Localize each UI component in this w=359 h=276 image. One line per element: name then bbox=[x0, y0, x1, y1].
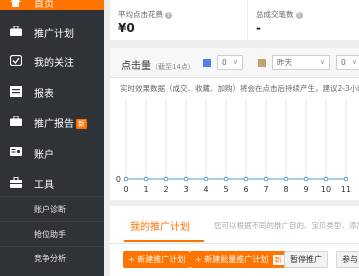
x-tick-label: 3 bbox=[183, 185, 188, 194]
active-tab-indicator bbox=[124, 240, 204, 242]
metric-note: （截至14点） bbox=[151, 63, 195, 71]
y-tick-label: 0 bbox=[116, 175, 121, 184]
divider bbox=[0, 221, 104, 222]
data-point bbox=[283, 176, 289, 182]
avg-cost-value: ¥0 bbox=[118, 21, 135, 35]
chevron-down-icon: ∨ bbox=[232, 58, 238, 66]
sidebar: 首页 推广计划 我的关注 报表 推广报告新 账户 工具 账户诊断 抢位助手 竞争… bbox=[0, 0, 104, 276]
data-point bbox=[223, 176, 229, 182]
briefcase-icon bbox=[10, 115, 22, 127]
sidebar-item-label: 首页 bbox=[34, 0, 54, 10]
batch-new-plan-button[interactable]: + 新建批量推广计划 新 bbox=[190, 251, 289, 268]
data-point bbox=[303, 176, 309, 182]
toolbox-icon bbox=[10, 176, 22, 188]
data-point bbox=[323, 176, 329, 182]
avg-cost-card: 平均点击花费? ¥0 bbox=[110, 0, 247, 40]
sidebar-item-report[interactable]: 报表 bbox=[0, 82, 104, 100]
tab-my-plans[interactable]: 我的推广计划 bbox=[130, 218, 190, 233]
sidebar-item-label: 推广计划 bbox=[34, 29, 74, 40]
data-point bbox=[163, 176, 169, 182]
x-tick-label: 5 bbox=[223, 185, 228, 194]
x-tick-label: 8 bbox=[283, 185, 288, 194]
data-point bbox=[263, 176, 269, 182]
chevron-down-icon: ∨ bbox=[351, 58, 357, 66]
sidebar-item-label: 报表 bbox=[34, 89, 54, 100]
new-badge: 新 bbox=[76, 119, 87, 129]
report-icon bbox=[10, 85, 22, 97]
sidebar-item-label: 工具 bbox=[34, 180, 54, 191]
briefcase-icon bbox=[10, 25, 22, 37]
new-badge: 新 bbox=[272, 254, 284, 265]
join-button[interactable]: 参与 bbox=[336, 251, 359, 268]
x-tick-label: 1 bbox=[143, 185, 148, 194]
compare-color-swatch bbox=[258, 59, 266, 67]
total-deals-label: 总成交笔数 bbox=[256, 10, 294, 19]
sidebar-item-label: 推广报告 bbox=[34, 119, 74, 130]
x-tick-label: 6 bbox=[243, 185, 248, 194]
data-point bbox=[203, 176, 209, 182]
data-point bbox=[183, 176, 189, 182]
plan-actions: + 新建推广计划 + 新建批量推广计划 新 暂停推广 参与 bbox=[110, 244, 359, 276]
new-plan-button[interactable]: + 新建推广计划 bbox=[123, 251, 191, 268]
plan-tabs: 我的推广计划 您可以根据不同的推广目的、宝贝类型、添加 bbox=[110, 206, 359, 244]
home-icon bbox=[10, 0, 22, 8]
sidebar-item-promotion-report[interactable]: 推广报告新 bbox=[0, 112, 104, 130]
help-icon[interactable]: ? bbox=[165, 11, 172, 19]
line-chart: 00 1 2 3 4 5 6 7 8 9 10 11 bbox=[116, 100, 351, 194]
data-point bbox=[243, 176, 249, 182]
x-tick-label: 7 bbox=[263, 185, 268, 194]
follow-icon bbox=[10, 54, 22, 66]
x-tick-label: 11 bbox=[341, 185, 351, 194]
sidebar-item-label: 账户 bbox=[34, 150, 54, 161]
data-point bbox=[143, 176, 149, 182]
avg-cost-label: 平均点击花费 bbox=[118, 10, 163, 19]
x-tick-label: 9 bbox=[303, 185, 308, 194]
sidebar-subitem-bid-assistant[interactable]: 抢位助手 bbox=[34, 229, 66, 240]
total-deals-value: - bbox=[256, 21, 261, 35]
divider bbox=[0, 246, 104, 247]
account-icon bbox=[10, 146, 22, 158]
compare-metric-select[interactable]: 0 ∨ bbox=[336, 55, 359, 70]
series-color-swatch bbox=[203, 59, 211, 67]
chevron-down-icon: ∨ bbox=[319, 58, 325, 66]
metric-select[interactable]: 0 ∨ bbox=[217, 55, 243, 70]
chart-panel: 实时效果数据（成交、收藏、加购）将会在点击后持续产生，建议2-3小时后 0012… bbox=[110, 78, 359, 200]
total-deals-card: 总成交笔数? - bbox=[248, 0, 359, 40]
x-tick-label: 4 bbox=[203, 185, 208, 194]
plan-description: 您可以根据不同的推广目的、宝贝类型、添加 bbox=[214, 221, 359, 230]
sidebar-item-my-follow[interactable]: 我的关注 bbox=[0, 51, 104, 69]
x-tick-label: 10 bbox=[321, 185, 331, 194]
x-tick-label: 2 bbox=[163, 185, 168, 194]
data-point bbox=[343, 176, 349, 182]
sidebar-item-home[interactable]: 首页 bbox=[0, 0, 104, 10]
sidebar-item-account[interactable]: 账户 bbox=[0, 143, 104, 161]
sidebar-item-label: 我的关注 bbox=[34, 58, 74, 69]
metric-title: 点击量 bbox=[121, 61, 151, 72]
pause-button[interactable]: 暂停推广 bbox=[284, 251, 328, 268]
sidebar-subitem-account-diagnosis[interactable]: 账户诊断 bbox=[34, 204, 66, 215]
data-point bbox=[123, 176, 129, 182]
sidebar-item-promotion-plan[interactable]: 推广计划 bbox=[0, 22, 104, 40]
sidebar-subitem-competition-analysis[interactable]: 竞争分析 bbox=[34, 253, 66, 264]
divider bbox=[0, 196, 104, 197]
sidebar-item-tools[interactable]: 工具 bbox=[0, 173, 104, 191]
x-tick-label: 0 bbox=[123, 185, 128, 194]
date-select[interactable]: 昨天 ∨ bbox=[272, 55, 330, 70]
help-icon[interactable]: ? bbox=[295, 11, 303, 19]
chart-toolbar: 点击量（截至14点） 0 ∨ 昨天 ∨ 0 ∨ bbox=[110, 48, 359, 78]
